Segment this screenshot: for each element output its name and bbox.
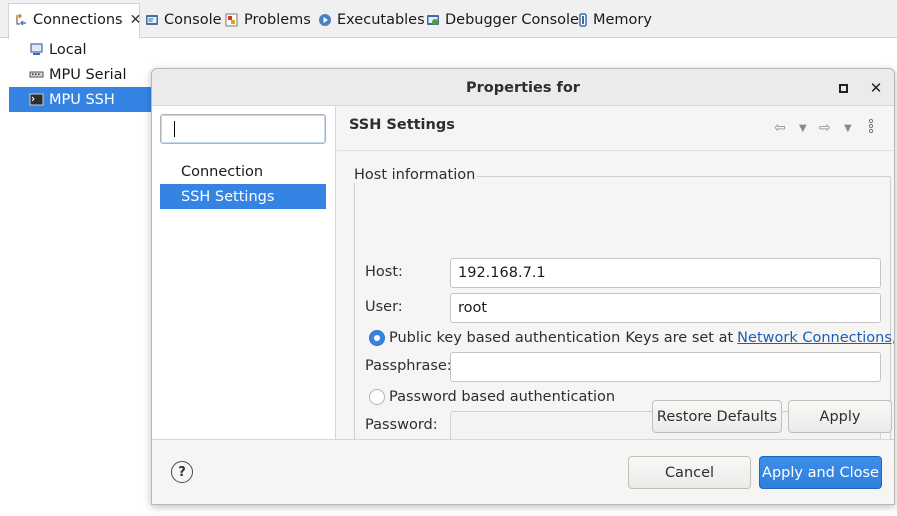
view-menu-button[interactable]: [868, 118, 874, 134]
preference-page: SSH Settings ⇦ ▼ ⇨ ▼ Host information Ho…: [337, 106, 894, 453]
forward-button[interactable]: ⇨: [819, 120, 831, 136]
close-icon[interactable]: ✕: [130, 12, 142, 28]
user-label: User:: [365, 299, 403, 315]
dialog-footer: ? Cancel Apply and Close: [152, 439, 894, 504]
problems-icon: [225, 13, 239, 27]
host-label: Host:: [365, 264, 403, 280]
user-input[interactable]: root: [450, 293, 881, 323]
tab-connections[interactable]: Connections ✕: [14, 8, 141, 32]
tab-label: Executables: [337, 12, 425, 28]
tab-label: Memory: [593, 12, 652, 28]
tree-item-label: Local: [49, 41, 87, 58]
maximize-icon: [838, 83, 848, 93]
tab-debugger-console[interactable]: Debugger Console: [426, 8, 579, 32]
page-title: SSH Settings: [349, 117, 455, 133]
cancel-button[interactable]: Cancel: [628, 456, 751, 489]
memory-icon: [578, 13, 588, 27]
password-auth-radio-row[interactable]: Password based authentication: [369, 387, 615, 407]
passphrase-label: Passphrase:: [365, 358, 452, 374]
preference-nav-pane: Connection SSH Settings: [152, 106, 336, 439]
nav-item-connection[interactable]: Connection: [160, 159, 326, 184]
dialog-titlebar[interactable]: Properties for ✕: [152, 69, 894, 106]
debugger-console-icon: [426, 13, 440, 27]
dialog-title: Properties for: [466, 79, 580, 96]
tab-label: Console: [164, 12, 222, 28]
chevron-down-icon: ▼: [799, 122, 807, 134]
executables-icon: [318, 13, 332, 27]
tab-memory[interactable]: Memory: [578, 8, 652, 32]
console-icon: [145, 13, 159, 27]
password-auth-radio[interactable]: [369, 389, 385, 405]
tab-console[interactable]: Console: [145, 8, 222, 32]
forward-history-dropdown[interactable]: ▼: [844, 120, 852, 136]
group-label: Host information: [354, 167, 478, 183]
back-history-dropdown[interactable]: ▼: [799, 120, 807, 136]
connections-tree: Local MPU Serial MPU SSH: [9, 38, 159, 516]
tree-item-mpu-serial[interactable]: MPU Serial: [9, 62, 159, 87]
passphrase-input[interactable]: [450, 352, 881, 382]
filter-input[interactable]: [160, 114, 326, 144]
pubkey-auth-radio[interactable]: [369, 330, 385, 346]
back-button[interactable]: ⇦: [774, 120, 786, 136]
pubkey-auth-radio-row[interactable]: Public key based authentication Keys are…: [369, 328, 894, 348]
password-label: Password:: [365, 417, 438, 433]
apply-and-close-button[interactable]: Apply and Close: [759, 456, 882, 489]
help-icon[interactable]: ?: [171, 461, 193, 483]
host-input[interactable]: 192.168.7.1: [450, 258, 881, 288]
tree-item-local[interactable]: Local: [9, 37, 159, 62]
text-caret: [174, 121, 175, 137]
password-auth-label: Password based authentication: [389, 389, 616, 405]
tab-label: Problems: [244, 12, 311, 28]
arrow-left-icon: ⇦: [774, 120, 786, 136]
tree-item-label: MPU SSH: [49, 91, 115, 108]
apply-button[interactable]: Apply: [788, 400, 892, 433]
chevron-down-icon: ▼: [844, 122, 852, 134]
tab-executables[interactable]: Executables: [318, 8, 425, 32]
view-tab-bar: Connections ✕ Console Problems Executabl…: [0, 0, 897, 39]
nav-item-label: Connection: [181, 163, 264, 180]
tree-item-label: MPU Serial: [49, 66, 127, 83]
connections-icon: [14, 13, 28, 27]
keys-location-text: Keys are set at: [625, 330, 734, 346]
maximize-button[interactable]: [833, 78, 853, 98]
tab-label: Debugger Console: [445, 12, 579, 28]
page-header: SSH Settings ⇦ ▼ ⇨ ▼: [337, 106, 894, 151]
kebab-menu-icon: [868, 118, 874, 134]
nav-item-ssh-settings[interactable]: SSH Settings: [160, 184, 326, 209]
pubkey-auth-label: Public key based authentication: [389, 330, 621, 346]
ssh2-settings-link[interactable]: Network Connections, SSH2: [737, 330, 894, 346]
tree-item-mpu-ssh[interactable]: MPU SSH: [9, 87, 159, 112]
tab-problems[interactable]: Problems: [225, 8, 311, 32]
close-icon: ✕: [869, 79, 883, 97]
terminal-icon: [29, 93, 44, 106]
local-computer-icon: [29, 43, 44, 56]
close-dialog-button[interactable]: ✕: [866, 78, 886, 98]
properties-dialog: Properties for ✕ Connection SSH Settings…: [151, 68, 895, 505]
restore-defaults-button[interactable]: Restore Defaults: [652, 400, 782, 433]
arrow-right-icon: ⇨: [819, 120, 831, 136]
tab-label: Connections: [33, 12, 123, 28]
serial-port-icon: [29, 68, 44, 81]
nav-item-label: SSH Settings: [181, 188, 275, 205]
